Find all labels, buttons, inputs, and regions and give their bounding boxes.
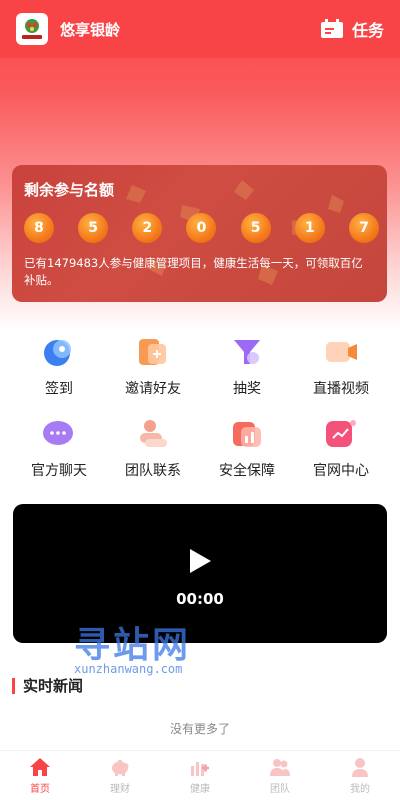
menu-item-official-chat[interactable]: 官方聊天 (12, 412, 106, 494)
news-section-header: 实时新闻 (12, 675, 83, 696)
team-contact-icon (140, 420, 167, 447)
bottom-tab-bar: 首页 理财 健康 团队 我的 (0, 750, 400, 800)
tab-mine[interactable]: 我的 (320, 751, 400, 800)
tab-label: 我的 (350, 784, 370, 795)
website-icon (326, 420, 356, 447)
quota-digit: 8 (24, 213, 54, 243)
tab-label: 团队 (270, 784, 290, 795)
menu-label: 直播视频 (313, 381, 369, 397)
top-header: 悠享银龄 任务 (0, 0, 400, 58)
lottery-icon (234, 340, 260, 364)
live-video-icon (326, 342, 357, 362)
task-button[interactable]: 任务 (320, 17, 384, 41)
menu-label: 官方聊天 (31, 463, 87, 479)
quota-digit: 7 (348, 213, 379, 243)
watermark-en: xunzhanwang.com (74, 662, 183, 676)
tab-home[interactable]: 首页 (0, 751, 80, 800)
quota-digit: 2 (132, 213, 163, 243)
no-more-text: 没有更多了 (169, 722, 230, 736)
menu-label: 抽奖 (233, 381, 261, 397)
menu-label: 团队联系 (125, 463, 181, 479)
news-title: 实时新闻 (23, 677, 84, 695)
tab-health[interactable]: 健康 (160, 751, 240, 800)
calendar-icon (320, 19, 343, 38)
remaining-quota-card: 剩余参与名额 8 5 2 0 5 1 7 已有1479483人参与健康管理项目，… (12, 165, 387, 302)
tab-team[interactable]: 团队 (240, 751, 320, 800)
tab-label: 健康 (190, 784, 210, 795)
tab-finance[interactable]: 理财 (80, 751, 160, 800)
security-icon (233, 422, 261, 447)
menu-item-lottery[interactable]: 抽奖 (200, 330, 294, 412)
quota-digits: 8 5 2 0 5 1 7 (24, 213, 379, 243)
invite-icon (139, 339, 166, 365)
video-time: 00:00 (176, 590, 224, 608)
video-player[interactable]: 00:00 (13, 504, 387, 643)
chat-icon (43, 421, 73, 445)
menu-item-checkin[interactable]: 签到 (12, 330, 106, 412)
home-icon (30, 758, 50, 776)
app-title: 悠享银龄 (60, 20, 121, 39)
user-icon (352, 758, 368, 777)
quota-description: 已有1479483人参与健康管理项目，健康生活每一天，可领取百亿补贴。 (24, 256, 363, 287)
app-logo (16, 13, 48, 45)
checkin-icon (44, 340, 71, 366)
quota-digit: 0 (186, 213, 217, 243)
health-icon (191, 762, 209, 776)
piggy-bank-icon (112, 760, 129, 776)
quota-digit: 5 (240, 213, 271, 243)
team-icon (270, 759, 290, 776)
menu-label: 签到 (45, 381, 73, 397)
menu-item-live-video[interactable]: 直播视频 (294, 330, 388, 412)
menu-item-invite[interactable]: 邀请好友 (106, 330, 200, 412)
quota-title: 剩余参与名额 (24, 181, 115, 199)
tab-label: 首页 (30, 784, 50, 795)
quota-digit: 5 (78, 213, 109, 243)
play-icon[interactable] (190, 549, 211, 573)
menu-item-website-center[interactable]: 官网中心 (294, 412, 388, 494)
feature-menu-grid: 签到 邀请好友 抽奖 直播视频 官方聊天 团队联系 安全保障 官网中心 (12, 330, 388, 494)
menu-label: 官网中心 (313, 463, 369, 479)
quota-digit: 1 (294, 213, 325, 243)
watermark: 寻站网 xunzhanwang.com (74, 625, 192, 677)
section-accent-bar (12, 677, 15, 694)
task-label: 任务 (351, 21, 384, 40)
menu-label: 安全保障 (219, 463, 275, 479)
tab-label: 理财 (110, 784, 130, 795)
menu-item-security[interactable]: 安全保障 (200, 412, 294, 494)
watermark-cn: 寻站网 (74, 625, 192, 666)
menu-item-team-contact[interactable]: 团队联系 (106, 412, 200, 494)
menu-label: 邀请好友 (125, 381, 181, 397)
